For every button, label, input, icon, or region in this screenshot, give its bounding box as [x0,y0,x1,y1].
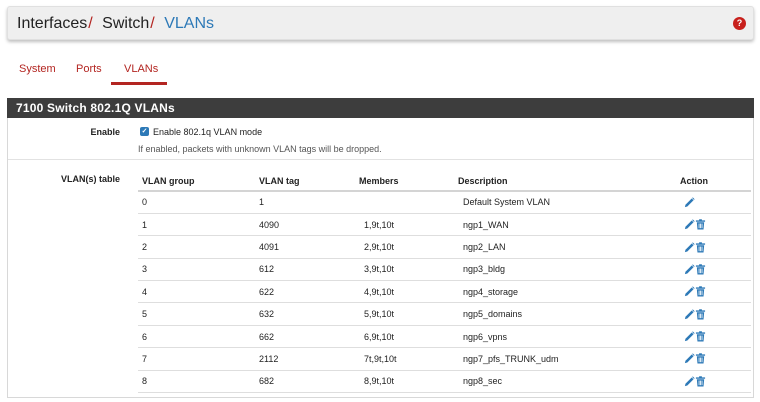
cell-description: ngp7_pfs_TRUNK_udm [458,347,680,371]
cell-action [680,280,751,304]
vlan-table-label: VLAN(s) table [60,174,120,184]
pencil-icon[interactable] [684,219,695,230]
breadcrumb-separator: / [88,15,93,32]
cell-description: ngp2_LAN [458,235,680,259]
cell-members: 5,9t,10t [359,302,458,326]
cell-members: 3,9t,10t [359,258,458,282]
table-row: 7 2112 7t,9t,10t ngp7_pfs_TRUNK_udm [138,347,751,371]
cell-members: 4,9t,10t [359,280,458,304]
table-row: 5 632 5,9t,10t ngp5_domains [138,302,751,326]
breadcrumb-bar: Interfaces/ Switch/ VLANs ? [7,6,754,40]
cell-vlan-group: 2 [138,235,259,259]
trash-icon[interactable] [695,286,706,297]
table-header-row: VLAN group VLAN tag Members Description … [138,172,751,192]
cell-vlan-group: 0 [138,191,259,214]
pencil-icon[interactable] [684,376,695,387]
trash-icon[interactable] [695,308,706,320]
column-header-members: Members [359,172,458,192]
pencil-icon[interactable] [684,197,695,208]
cell-members: 6,9t,10t [359,325,458,349]
cell-members: 2,9t,10t [359,235,458,259]
cell-vlan-tag: 662 [259,325,359,349]
cell-action [680,370,751,394]
pencil-icon[interactable] [684,309,695,320]
cell-description: ngp1_WAN [458,213,680,237]
cell-vlan-group: 1 [138,213,259,237]
cell-vlan-tag: 1 [259,191,359,214]
tab-system[interactable]: System [19,63,56,75]
active-tab-indicator [111,82,167,85]
cell-members: 7t,9t,10t [359,347,458,371]
help-icon[interactable]: ? [733,17,746,30]
trash-icon[interactable] [695,241,706,253]
cell-action [680,191,751,214]
cell-members [359,191,458,214]
table-row: 3 612 3,9t,10t ngp3_bldg [138,258,751,282]
cell-description: Default System VLAN [458,191,680,214]
pencil-icon[interactable] [684,241,695,253]
cell-vlan-tag: 682 [259,370,359,394]
cell-members: 8,9t,10t [359,370,458,394]
breadcrumb-item-interfaces[interactable]: Interfaces [17,15,87,32]
cell-vlan-group: 6 [138,325,259,349]
breadcrumb-item-switch[interactable]: Switch [102,15,149,32]
table-row: 6 662 6,9t,10t ngp6_vpns [138,325,751,349]
panel-title: 7100 Switch 802.1Q VLANs [7,98,754,118]
trash-icon[interactable] [695,264,706,275]
cell-action [680,347,751,371]
vlans-panel: 7100 Switch 802.1Q VLANs Enable ✓ Enable… [7,98,754,398]
enable-vlan-checkbox-label[interactable]: Enable 802.1q VLAN mode [153,127,262,137]
column-header-vlan-group: VLAN group [138,172,259,192]
column-header-vlan-tag: VLAN tag [259,172,359,192]
trash-icon[interactable] [695,376,706,387]
cell-action [680,213,751,237]
table-row: 8 682 8,9t,10t ngp8_sec [138,370,751,394]
table-row: 4 622 4,9t,10t ngp4_storage [138,280,751,304]
pencil-icon[interactable] [684,286,695,297]
tab-bar: System Ports VLANs [7,54,754,85]
cell-vlan-group: 5 [138,302,259,326]
cell-vlan-group: 3 [138,258,259,282]
cell-action [680,302,751,326]
cell-vlan-tag: 632 [259,302,359,326]
pencil-icon[interactable] [684,331,695,342]
breadcrumb-item-vlans[interactable]: VLANs [164,15,214,32]
cell-action [680,235,751,259]
cell-description: ngp5_domains [458,302,680,326]
column-header-description: Description [458,172,680,192]
cell-description: ngp3_bldg [458,258,680,282]
cell-vlan-group: 4 [138,280,259,304]
breadcrumb-separator: / [150,15,155,32]
cell-vlan-tag: 622 [259,280,359,304]
enable-vlan-checkbox[interactable]: ✓ [140,127,149,136]
pencil-icon[interactable] [684,264,695,275]
cell-vlan-tag: 4090 [259,213,359,237]
cell-description: ngp4_storage [458,280,680,304]
pencil-icon[interactable] [684,353,695,364]
enable-help-text: If enabled, packets with unknown VLAN ta… [138,144,382,154]
cell-vlan-tag: 612 [259,258,359,282]
table-row: 1 4090 1,9t,10t ngp1_WAN [138,213,751,237]
cell-vlan-tag: 4091 [259,235,359,259]
cell-description: ngp6_vpns [458,325,680,349]
table-row: 2 4091 2,9t,10t ngp2_LAN [138,235,751,259]
column-header-action: Action [680,172,751,192]
cell-vlan-tag: 2112 [259,347,359,371]
enable-row: Enable ✓ Enable 802.1q VLAN mode If enab… [8,118,753,160]
trash-icon[interactable] [695,331,706,342]
vlan-table: VLAN group VLAN tag Members Description … [138,172,751,394]
enable-label: Enable [90,127,120,137]
tab-vlans[interactable]: VLANs [124,63,158,75]
cell-vlan-group: 8 [138,370,259,394]
table-row: 0 1 Default System VLAN [138,191,751,214]
breadcrumb: Interfaces/ Switch/ VLANs [17,14,214,34]
cell-vlan-group: 7 [138,347,259,371]
cell-action [680,325,751,349]
trash-icon[interactable] [695,353,706,365]
trash-icon[interactable] [695,219,706,230]
cell-description: ngp8_sec [458,370,680,394]
cell-members: 1,9t,10t [359,213,458,237]
tab-ports[interactable]: Ports [76,63,102,75]
cell-action [680,258,751,282]
